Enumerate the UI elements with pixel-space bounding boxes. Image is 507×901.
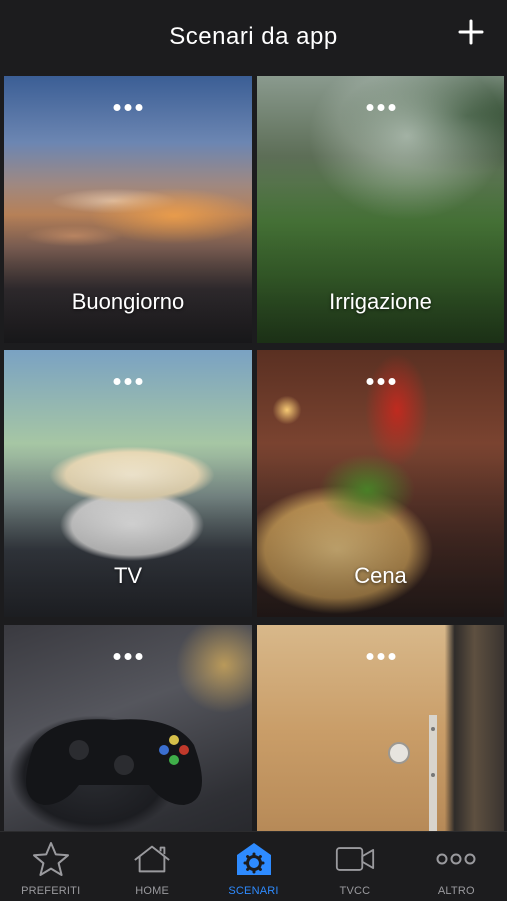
video-camera-icon xyxy=(335,841,375,877)
scene-label: Cena xyxy=(354,563,407,588)
more-dots-icon[interactable] xyxy=(360,374,401,389)
scene-tile-cena[interactable]: Cena xyxy=(257,350,504,617)
more-dots-icon xyxy=(436,841,476,877)
door-lock-icon xyxy=(388,715,437,831)
house-icon xyxy=(132,841,172,877)
tab-label: PREFERITI xyxy=(21,885,81,897)
scene-tile-irrigazione[interactable]: Irrigazione xyxy=(257,76,504,343)
scene-label: TV xyxy=(113,563,143,588)
tab-home[interactable]: HOME xyxy=(101,832,202,901)
tab-bar: PREFERITI HOME SCENARI TVCC ALTRO xyxy=(0,831,507,901)
tab-label: SCENARI xyxy=(228,885,279,897)
tab-label: ALTRO xyxy=(437,885,475,897)
plus-icon[interactable] xyxy=(457,18,485,46)
scene-label: Irrigazione xyxy=(329,289,432,314)
tab-tvcc[interactable]: TVCC xyxy=(304,832,405,901)
tab-preferiti[interactable]: PREFERITI xyxy=(0,832,101,901)
scene-label: Buongiorno xyxy=(71,289,185,314)
tab-label: TVCC xyxy=(339,885,371,897)
tab-label: HOME xyxy=(135,885,170,897)
scene-tile-buongiorno[interactable]: Buongiorno xyxy=(4,76,252,343)
page-title: Scenari da app xyxy=(169,23,338,50)
tab-scenari[interactable]: SCENARI xyxy=(203,832,304,901)
scene-tile-door[interactable] xyxy=(257,625,504,831)
more-dots-icon[interactable] xyxy=(108,100,149,115)
more-dots-icon[interactable] xyxy=(108,649,149,664)
game-controller-icon xyxy=(26,719,202,805)
more-dots-icon[interactable] xyxy=(108,374,149,389)
more-dots-icon[interactable] xyxy=(360,100,401,115)
more-dots-icon[interactable] xyxy=(360,649,401,664)
scene-grid: Buongiorno Irrigazione TV Cena xyxy=(0,74,507,831)
tab-altro[interactable]: ALTRO xyxy=(406,832,507,901)
scene-tile-tv[interactable]: TV xyxy=(4,350,252,617)
gear-house-icon xyxy=(234,841,274,877)
star-icon xyxy=(31,841,71,877)
header-bar: Scenari da app xyxy=(0,0,507,74)
scene-tile-game[interactable] xyxy=(4,625,252,831)
